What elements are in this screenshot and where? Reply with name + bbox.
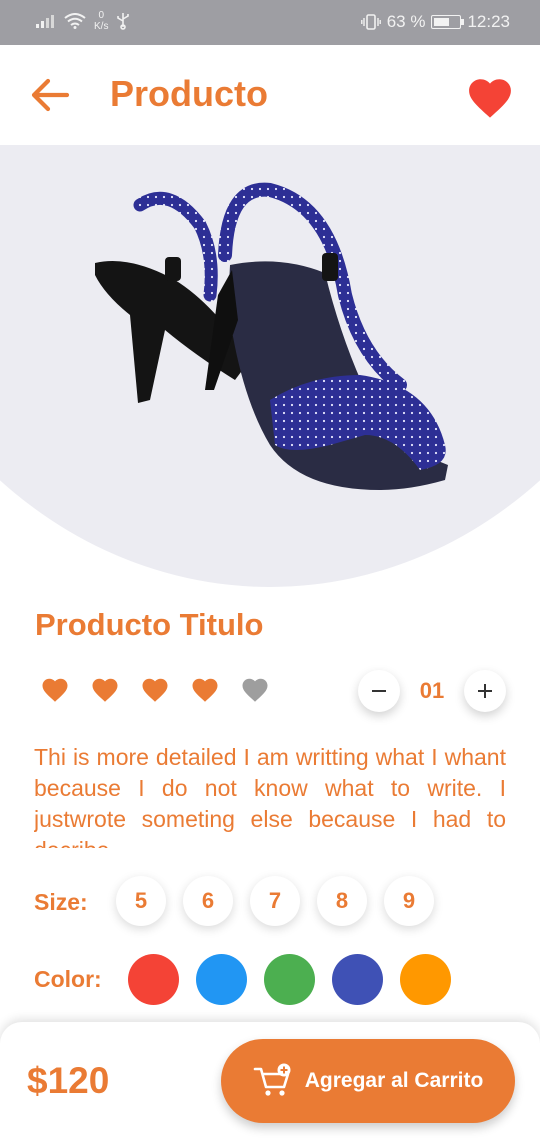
rating-heart-filled-icon[interactable] [40, 675, 70, 705]
price: $120 [27, 1060, 110, 1101]
battery-percent: 63 % [386, 12, 426, 31]
rating-heart-filled-icon[interactable] [190, 675, 220, 705]
product-title: Producto Titulo [35, 607, 264, 642]
vibrate-icon [360, 14, 381, 30]
color-swatch[interactable] [264, 954, 315, 1005]
size-label: Size: [34, 889, 88, 915]
color-options [128, 954, 451, 1005]
color-label: Color: [34, 966, 102, 992]
status-bar: 0 K/s 63 % 12:23 [0, 0, 540, 45]
battery-icon [431, 15, 465, 29]
status-left: 0 K/s [36, 10, 130, 32]
size-option[interactable]: 7 [250, 876, 300, 926]
arrow-left-icon [31, 78, 70, 112]
wifi-icon [64, 13, 86, 29]
add-to-cart-label: Agregar al Carrito [304, 1069, 484, 1092]
rating-heart-filled-icon[interactable] [140, 675, 170, 705]
increment-button[interactable] [464, 670, 506, 712]
rating-heart-filled-icon[interactable] [90, 675, 120, 705]
rating [40, 675, 270, 705]
product-hero [0, 145, 540, 590]
net-speed-value: 0 [98, 10, 104, 21]
minus-icon [372, 690, 386, 692]
color-swatch[interactable] [400, 954, 451, 1005]
favorite-button[interactable] [464, 73, 516, 119]
size-option[interactable]: 6 [183, 876, 233, 926]
add-to-cart-button[interactable]: Agregar al Carrito [221, 1039, 515, 1123]
quantity-value: 01 [419, 678, 445, 703]
usb-icon [117, 13, 130, 30]
size-option[interactable]: 8 [317, 876, 367, 926]
page-title: Producto [110, 73, 268, 114]
product-description: Thi is more detailed I am writting what … [34, 744, 506, 848]
color-swatch[interactable] [332, 954, 383, 1005]
rating-heart-empty-icon[interactable] [240, 675, 270, 705]
app-bar: Producto [0, 45, 540, 145]
net-speed-unit: K/s [94, 21, 109, 32]
status-right: 63 % 12:23 [360, 12, 510, 32]
size-option[interactable]: 5 [116, 876, 166, 926]
bottom-bar: $120 Agregar al Carrito [0, 1022, 540, 1140]
signal-icon [36, 15, 54, 28]
quantity-stepper: 01 [358, 670, 506, 712]
net-speed: 0 K/s [94, 10, 108, 32]
size-option[interactable]: 9 [384, 876, 434, 926]
color-swatch[interactable] [128, 954, 179, 1005]
color-swatch[interactable] [196, 954, 247, 1005]
product-image [95, 182, 448, 490]
back-button[interactable] [28, 75, 72, 115]
plus-icon [478, 684, 492, 698]
decrement-button[interactable] [358, 670, 400, 712]
heart-icon [469, 79, 511, 118]
cart-plus-icon [253, 1063, 291, 1096]
size-options: 56789 [116, 876, 434, 926]
clock: 12:23 [467, 12, 510, 31]
